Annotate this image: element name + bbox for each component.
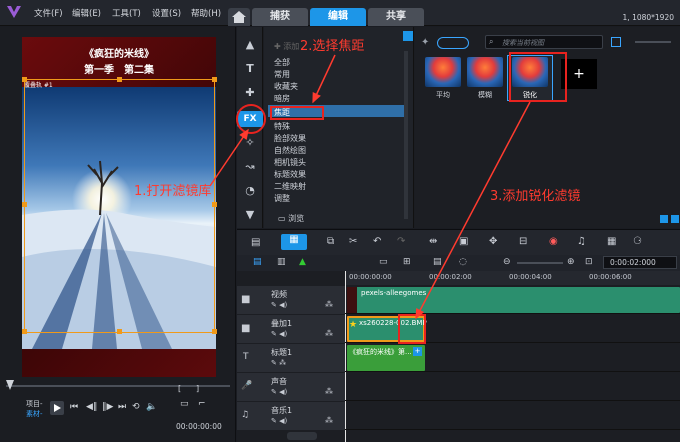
annotation-arrows — [209, 54, 531, 320]
arrow-to-fx — [209, 128, 249, 187]
arrow-to-focus — [312, 54, 336, 104]
arrow-to-clip — [415, 101, 531, 320]
